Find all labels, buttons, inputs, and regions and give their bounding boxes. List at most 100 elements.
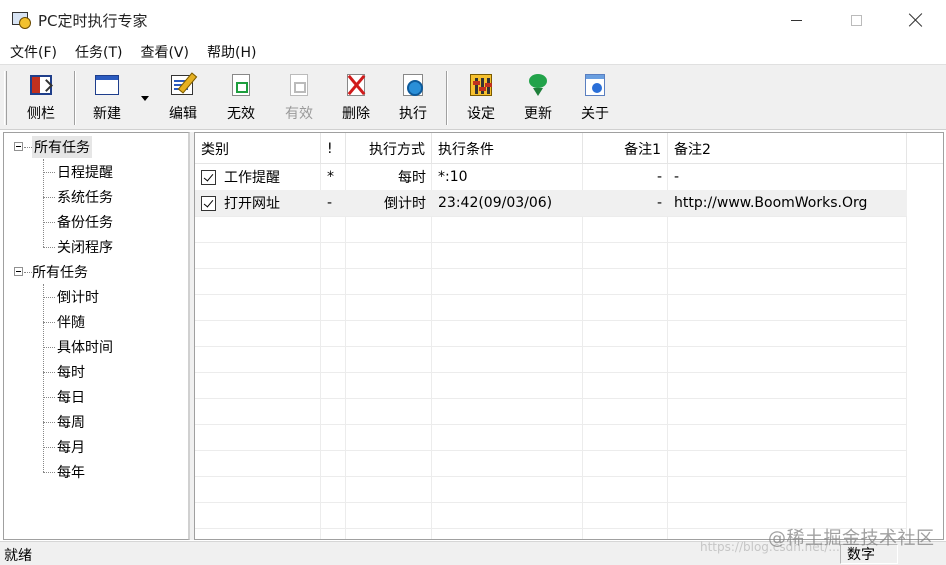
minimize-button[interactable] bbox=[766, 0, 826, 40]
sidebar-button[interactable]: 侧栏 bbox=[14, 73, 68, 125]
edit-button[interactable]: 编辑 bbox=[156, 73, 210, 125]
tree-item-backup-tasks[interactable]: 备份任务 bbox=[57, 209, 113, 234]
update-button[interactable]: 更新 bbox=[511, 73, 565, 125]
tree-item-weekly[interactable]: 每周 bbox=[57, 409, 85, 434]
tree-item-label: 每月 bbox=[57, 439, 85, 456]
cell-condition: *:10 bbox=[438, 169, 468, 185]
row-enabled-checkbox[interactable] bbox=[201, 195, 216, 211]
delete-button-label: 删除 bbox=[342, 106, 370, 122]
cell-category: 工作提醒 bbox=[195, 164, 321, 190]
maximize-button[interactable] bbox=[826, 0, 886, 40]
row-enabled-checkbox[interactable] bbox=[201, 169, 216, 185]
execute-icon bbox=[400, 73, 426, 97]
table-row[interactable]: 打开网址 - 倒计时 23:42(09/03/06) - http://www.… bbox=[195, 190, 943, 216]
tree-group-all-tasks-2[interactable]: 所有任务 bbox=[32, 259, 88, 284]
cell-note1: - bbox=[583, 190, 668, 216]
toolbar-grip[interactable] bbox=[4, 71, 7, 125]
settings-button[interactable]: 设定 bbox=[454, 73, 508, 125]
toolbar-separator bbox=[446, 71, 448, 125]
tree-item-label: 每年 bbox=[57, 464, 85, 481]
collapse-icon[interactable] bbox=[14, 142, 23, 151]
menu-view[interactable]: 查看(V) bbox=[130, 42, 197, 62]
cell-note2: - bbox=[674, 169, 680, 185]
app-clock-icon bbox=[12, 11, 32, 29]
column-header-priority[interactable]: ! bbox=[321, 133, 346, 164]
edit-icon bbox=[170, 73, 196, 97]
tree-item-label: 关闭程序 bbox=[57, 239, 113, 256]
tree-item-monthly[interactable]: 每月 bbox=[57, 434, 85, 459]
sidebar-icon bbox=[28, 73, 54, 97]
toolbar-separator bbox=[74, 71, 76, 125]
cell-category-text: 工作提醒 bbox=[224, 170, 280, 186]
delete-icon bbox=[343, 73, 369, 97]
settings-button-label: 设定 bbox=[467, 106, 495, 122]
menu-help[interactable]: 帮助(H) bbox=[197, 42, 264, 62]
new-dropdown-arrow-icon[interactable] bbox=[141, 96, 149, 101]
tree-item-label: 倒计时 bbox=[57, 289, 99, 306]
tree-item-schedule-reminder[interactable]: 日程提醒 bbox=[57, 159, 113, 184]
tree-item-label: 备份任务 bbox=[57, 214, 113, 231]
about-button[interactable]: 关于 bbox=[568, 73, 622, 125]
maximize-icon bbox=[850, 14, 862, 26]
menu-task[interactable]: 任务(T) bbox=[65, 42, 130, 62]
tree-item-countdown[interactable]: 倒计时 bbox=[57, 284, 99, 309]
disable-button[interactable]: 无效 bbox=[214, 73, 268, 125]
cell-note1: - bbox=[656, 169, 662, 185]
column-header-note1[interactable]: 备注1 bbox=[583, 133, 668, 164]
close-icon bbox=[909, 13, 923, 27]
tree-item-label: 每周 bbox=[57, 414, 85, 431]
column-header-condition[interactable]: 执行条件 bbox=[432, 133, 583, 164]
column-header-filler bbox=[907, 133, 943, 164]
watermark: @稀土掘金技术社区 bbox=[768, 528, 935, 549]
execute-button[interactable]: 执行 bbox=[386, 73, 440, 125]
minimize-icon bbox=[790, 19, 802, 21]
cell-mode: 每时 bbox=[398, 170, 426, 186]
collapse-icon[interactable] bbox=[14, 267, 23, 276]
title-bar: PC定时执行专家 bbox=[0, 0, 946, 40]
tree-item-specific-time[interactable]: 具体时间 bbox=[57, 334, 113, 359]
new-button-label: 新建 bbox=[93, 106, 121, 122]
tree-item-accompany[interactable]: 伴随 bbox=[57, 309, 85, 334]
tree-item-label: 系统任务 bbox=[57, 189, 113, 206]
tree-item-label: 每日 bbox=[57, 389, 85, 406]
cell-priority: * bbox=[327, 169, 334, 185]
tree-item-label: 伴随 bbox=[57, 314, 85, 331]
table-row[interactable]: 工作提醒 * 每时 *:10 - - bbox=[195, 164, 943, 190]
edit-button-label: 编辑 bbox=[169, 106, 197, 122]
column-header-category[interactable]: 类别 bbox=[195, 133, 321, 164]
window-title: PC定时执行专家 bbox=[38, 11, 148, 30]
about-button-label: 关于 bbox=[581, 106, 609, 122]
cell-category-text: 打开网址 bbox=[224, 196, 280, 212]
sidebar-button-label: 侧栏 bbox=[27, 106, 55, 122]
cell-condition: 23:42(09/03/06) bbox=[432, 190, 583, 216]
tree-item-label: 日程提醒 bbox=[57, 164, 113, 181]
new-button[interactable]: 新建 bbox=[80, 73, 134, 125]
tree-item-hourly[interactable]: 每时 bbox=[57, 359, 85, 384]
tree-item-daily[interactable]: 每日 bbox=[57, 384, 85, 409]
tree-item-close-program[interactable]: 关闭程序 bbox=[57, 234, 113, 259]
update-icon bbox=[525, 73, 551, 97]
column-header-mode[interactable]: 执行方式 bbox=[346, 133, 432, 164]
tree-item-system-tasks[interactable]: 系统任务 bbox=[57, 184, 113, 209]
close-button[interactable] bbox=[886, 0, 946, 40]
disable-icon bbox=[228, 73, 254, 97]
tree-item-yearly[interactable]: 每年 bbox=[57, 459, 85, 484]
enable-button[interactable]: 有效 bbox=[272, 73, 326, 125]
cell-priority: - bbox=[321, 190, 346, 216]
task-list[interactable]: 类别 ! 执行方式 执行条件 备注1 备注2 工作提醒 * 每时 *:10 - … bbox=[194, 132, 944, 540]
tree-group-all-tasks[interactable]: 所有任务 bbox=[32, 134, 92, 159]
execute-button-label: 执行 bbox=[399, 106, 427, 122]
menu-bar: 文件(F) 任务(T) 查看(V) 帮助(H) bbox=[0, 40, 946, 64]
column-header-note2[interactable]: 备注2 bbox=[668, 133, 907, 164]
category-tree[interactable]: 所有任务 日程提醒 系统任务 备份任务 关闭程序 所有任务 倒计时 伴随 具体时… bbox=[3, 132, 190, 540]
about-icon bbox=[582, 73, 608, 97]
tree-item-label: 具体时间 bbox=[57, 339, 113, 356]
enable-icon bbox=[286, 73, 312, 97]
menu-file[interactable]: 文件(F) bbox=[0, 42, 65, 62]
tree-item-label: 每时 bbox=[57, 364, 85, 381]
cell-note2: http://www.BoomWorks.Org bbox=[668, 190, 907, 216]
enable-button-label: 有效 bbox=[285, 106, 313, 122]
delete-button[interactable]: 删除 bbox=[329, 73, 383, 125]
tree-group-label: 所有任务 bbox=[32, 135, 92, 158]
settings-icon bbox=[468, 73, 494, 97]
